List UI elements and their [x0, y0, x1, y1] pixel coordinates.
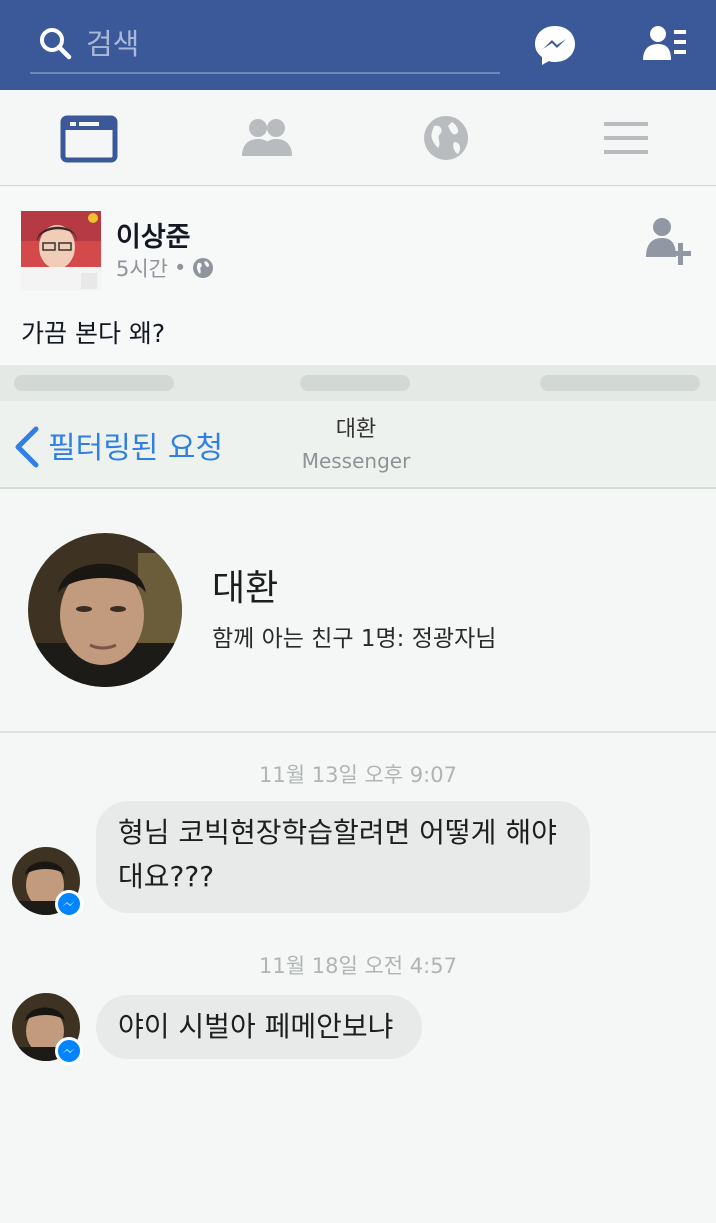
search-input[interactable]: [86, 24, 486, 64]
message-bubble[interactable]: 야이 시벌아 페메안보냐: [96, 995, 422, 1059]
menu-icon[interactable]: [596, 112, 656, 164]
friend-list-icon[interactable]: [640, 20, 690, 70]
public-globe-icon[interactable]: [192, 257, 214, 279]
status-bar: [0, 365, 716, 401]
post-image[interactable]: 필터링된 요청 대환 Messenger 대환 함께 아는 친구 1명: 정광자…: [0, 365, 716, 1223]
message-text-line: 형님 코빅현장학습할려면 어떻게 해야: [118, 816, 557, 849]
top-bar: [0, 0, 716, 90]
messenger-header: 필터링된 요청 대환 Messenger: [0, 401, 716, 489]
author-avatar[interactable]: [21, 211, 101, 291]
message-text-line: 야이 시벌아 페메안보냐: [118, 1010, 394, 1043]
back-button[interactable]: 필터링된 요청: [48, 423, 223, 467]
feed-post: 이상준 5시간 • 가끔 본다 왜?: [0, 187, 716, 365]
friends-icon[interactable]: [238, 112, 298, 164]
conversation-title: 대환 Messenger: [256, 411, 456, 473]
conversation-name: 대환: [335, 417, 377, 442]
contact-avatar[interactable]: [28, 533, 182, 687]
news-feed-icon[interactable]: [60, 112, 120, 164]
messenger-badge-icon: [55, 1037, 83, 1065]
message-bubble[interactable]: 형님 코빅현장학습할려면 어떻게 해야 대요???: [96, 801, 590, 913]
add-friend-icon[interactable]: [644, 213, 694, 267]
back-chevron-icon[interactable]: [12, 425, 40, 469]
contact-name: 대환: [212, 568, 279, 609]
message-timestamp: 11월 13일 오후 9:07: [259, 763, 457, 787]
search-bar[interactable]: [30, 18, 500, 74]
meta-separator: •: [174, 256, 187, 280]
message-text-line: 대요???: [118, 860, 215, 893]
post-time[interactable]: 5시간: [116, 253, 168, 283]
messenger-badge-icon: [55, 890, 83, 918]
globe-icon[interactable]: [416, 112, 476, 164]
messenger-icon[interactable]: [530, 20, 580, 70]
mutual-friends[interactable]: 함께 아는 친구 1명: 정광자님: [212, 619, 496, 653]
search-icon: [40, 28, 72, 60]
contact-profile: 대환 함께 아는 친구 1명: 정광자님: [0, 489, 716, 733]
post-meta: 5시간 •: [116, 253, 214, 283]
main-nav: [0, 90, 716, 186]
author-name[interactable]: 이상준: [116, 215, 191, 254]
message-timestamp: 11월 18일 오전 4:57: [259, 954, 457, 978]
conversation-subtitle: Messenger: [301, 449, 411, 473]
post-text: 가끔 본다 왜?: [21, 319, 166, 348]
